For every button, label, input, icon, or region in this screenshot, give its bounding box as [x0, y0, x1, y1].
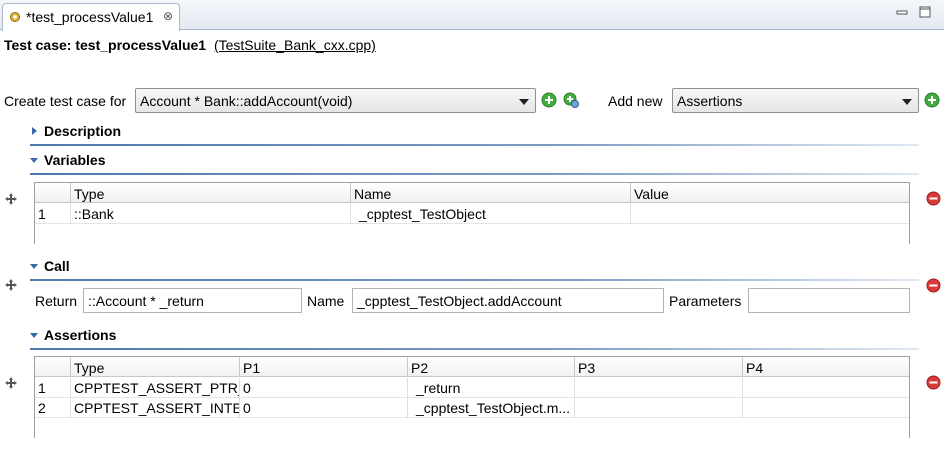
- table-header: Type Name Value: [35, 183, 909, 203]
- cell-type[interactable]: ::Bank: [70, 204, 350, 224]
- row-number: 1: [38, 380, 46, 396]
- parameters-label: Parameters: [669, 293, 742, 309]
- move-icon[interactable]: [4, 278, 18, 292]
- parameters-field[interactable]: [748, 288, 910, 313]
- collapse-icon: [30, 158, 38, 163]
- return-field[interactable]: ::Account * _return: [83, 288, 302, 313]
- return-value: ::Account * _return: [88, 293, 204, 309]
- collapse-icon: [30, 264, 38, 269]
- cell-type[interactable]: CPPTEST_ASSERT_INTE...: [70, 398, 239, 418]
- section-variables[interactable]: Variables: [30, 148, 919, 176]
- column-header-name[interactable]: Name: [350, 183, 630, 203]
- cell-p2[interactable]: _cpptest_TestObject.m...: [407, 398, 574, 418]
- section-title: Call: [44, 258, 70, 274]
- tab-test-processvalue1[interactable]: *test_processValue1 ⊗: [2, 3, 180, 31]
- create-test-case-value: Account * Bank::addAccount(void): [140, 93, 353, 109]
- move-icon[interactable]: [4, 376, 18, 390]
- section-assertions[interactable]: Assertions: [30, 323, 919, 351]
- row-number: 2: [38, 400, 46, 416]
- maximize-icon[interactable]: [918, 5, 932, 19]
- column-header-p1[interactable]: P1: [239, 357, 407, 377]
- test-case-header: Test case: test_processValue1 (TestSuite…: [4, 37, 376, 53]
- expand-icon: [32, 127, 37, 135]
- remove-icon[interactable]: [926, 191, 941, 206]
- name-label: Name: [307, 293, 345, 309]
- section-title: Assertions: [44, 327, 117, 343]
- name-value: _cpptest_TestObject.addAccount: [357, 293, 562, 309]
- cell-p1[interactable]: 0: [239, 378, 407, 398]
- return-label: Return: [35, 293, 78, 309]
- cell-p2[interactable]: _return: [407, 378, 574, 398]
- column-header-value[interactable]: Value: [630, 183, 911, 203]
- test-suite-link[interactable]: (TestSuite_Bank_cxx.cpp): [214, 37, 376, 53]
- column-header-p3[interactable]: P3: [574, 357, 742, 377]
- collapse-icon: [30, 333, 38, 338]
- section-title: Variables: [44, 152, 106, 168]
- create-test-case-label: Create test case for: [4, 93, 127, 109]
- table-row[interactable]: 1 CPPTEST_ASSERT_PTR_... 0 _return: [35, 378, 909, 398]
- add-new-label: Add new: [608, 93, 663, 109]
- assertions-table: Type P1 P2 P3 P4 1 CPPTEST_ASSERT_PTR_..…: [34, 356, 910, 438]
- section-divider: [30, 173, 919, 175]
- cell-p3[interactable]: [574, 398, 742, 418]
- test-case-title: Test case: test_processValue1: [4, 37, 207, 53]
- cell-p4[interactable]: [742, 398, 911, 418]
- section-description[interactable]: Description: [30, 119, 919, 147]
- section-divider: [30, 144, 919, 146]
- cell-p3[interactable]: [574, 378, 742, 398]
- column-header-p2[interactable]: P2: [407, 357, 574, 377]
- chevron-down-icon: [519, 99, 529, 105]
- cell-name[interactable]: _cpptest_TestObject: [350, 204, 630, 224]
- column-header-type[interactable]: Type: [70, 357, 239, 377]
- section-divider: [30, 279, 919, 281]
- table-row[interactable]: 1 ::Bank _cpptest_TestObject: [35, 204, 909, 224]
- close-icon[interactable]: ⊗: [163, 9, 173, 23]
- remove-icon[interactable]: [926, 375, 941, 390]
- cell-type[interactable]: CPPTEST_ASSERT_PTR_...: [70, 378, 239, 398]
- chevron-down-icon: [902, 99, 912, 105]
- name-field[interactable]: _cpptest_TestObject.addAccount: [352, 288, 664, 313]
- add-icon[interactable]: [924, 92, 940, 108]
- create-test-case-select[interactable]: Account * Bank::addAccount(void): [135, 88, 536, 113]
- move-icon[interactable]: [4, 192, 18, 206]
- column-header-type[interactable]: Type: [70, 183, 350, 203]
- tab-title: *test_processValue1: [26, 9, 154, 25]
- variables-table: Type Name Value 1 ::Bank _cpptest_TestOb…: [34, 182, 910, 244]
- editor-tab-bar: *test_processValue1 ⊗: [0, 0, 944, 31]
- add-new-value: Assertions: [677, 93, 743, 109]
- add-new-select[interactable]: Assertions: [672, 88, 919, 113]
- cell-p1[interactable]: 0: [239, 398, 407, 418]
- table-header: Type P1 P2 P3 P4: [35, 357, 909, 377]
- add-icon[interactable]: [541, 92, 557, 108]
- row-number: 1: [38, 206, 46, 222]
- gear-icon: [10, 12, 20, 22]
- cell-value[interactable]: [630, 204, 911, 224]
- add-dependent-icon[interactable]: [563, 92, 579, 108]
- section-call[interactable]: Call: [30, 254, 919, 282]
- cell-p4[interactable]: [742, 378, 911, 398]
- minimize-icon[interactable]: [895, 5, 909, 19]
- remove-icon[interactable]: [926, 278, 941, 293]
- section-title: Description: [44, 123, 122, 139]
- column-header-p4[interactable]: P4: [742, 357, 911, 377]
- table-row[interactable]: 2 CPPTEST_ASSERT_INTE... 0 _cpptest_Test…: [35, 398, 909, 418]
- section-divider: [30, 348, 919, 350]
